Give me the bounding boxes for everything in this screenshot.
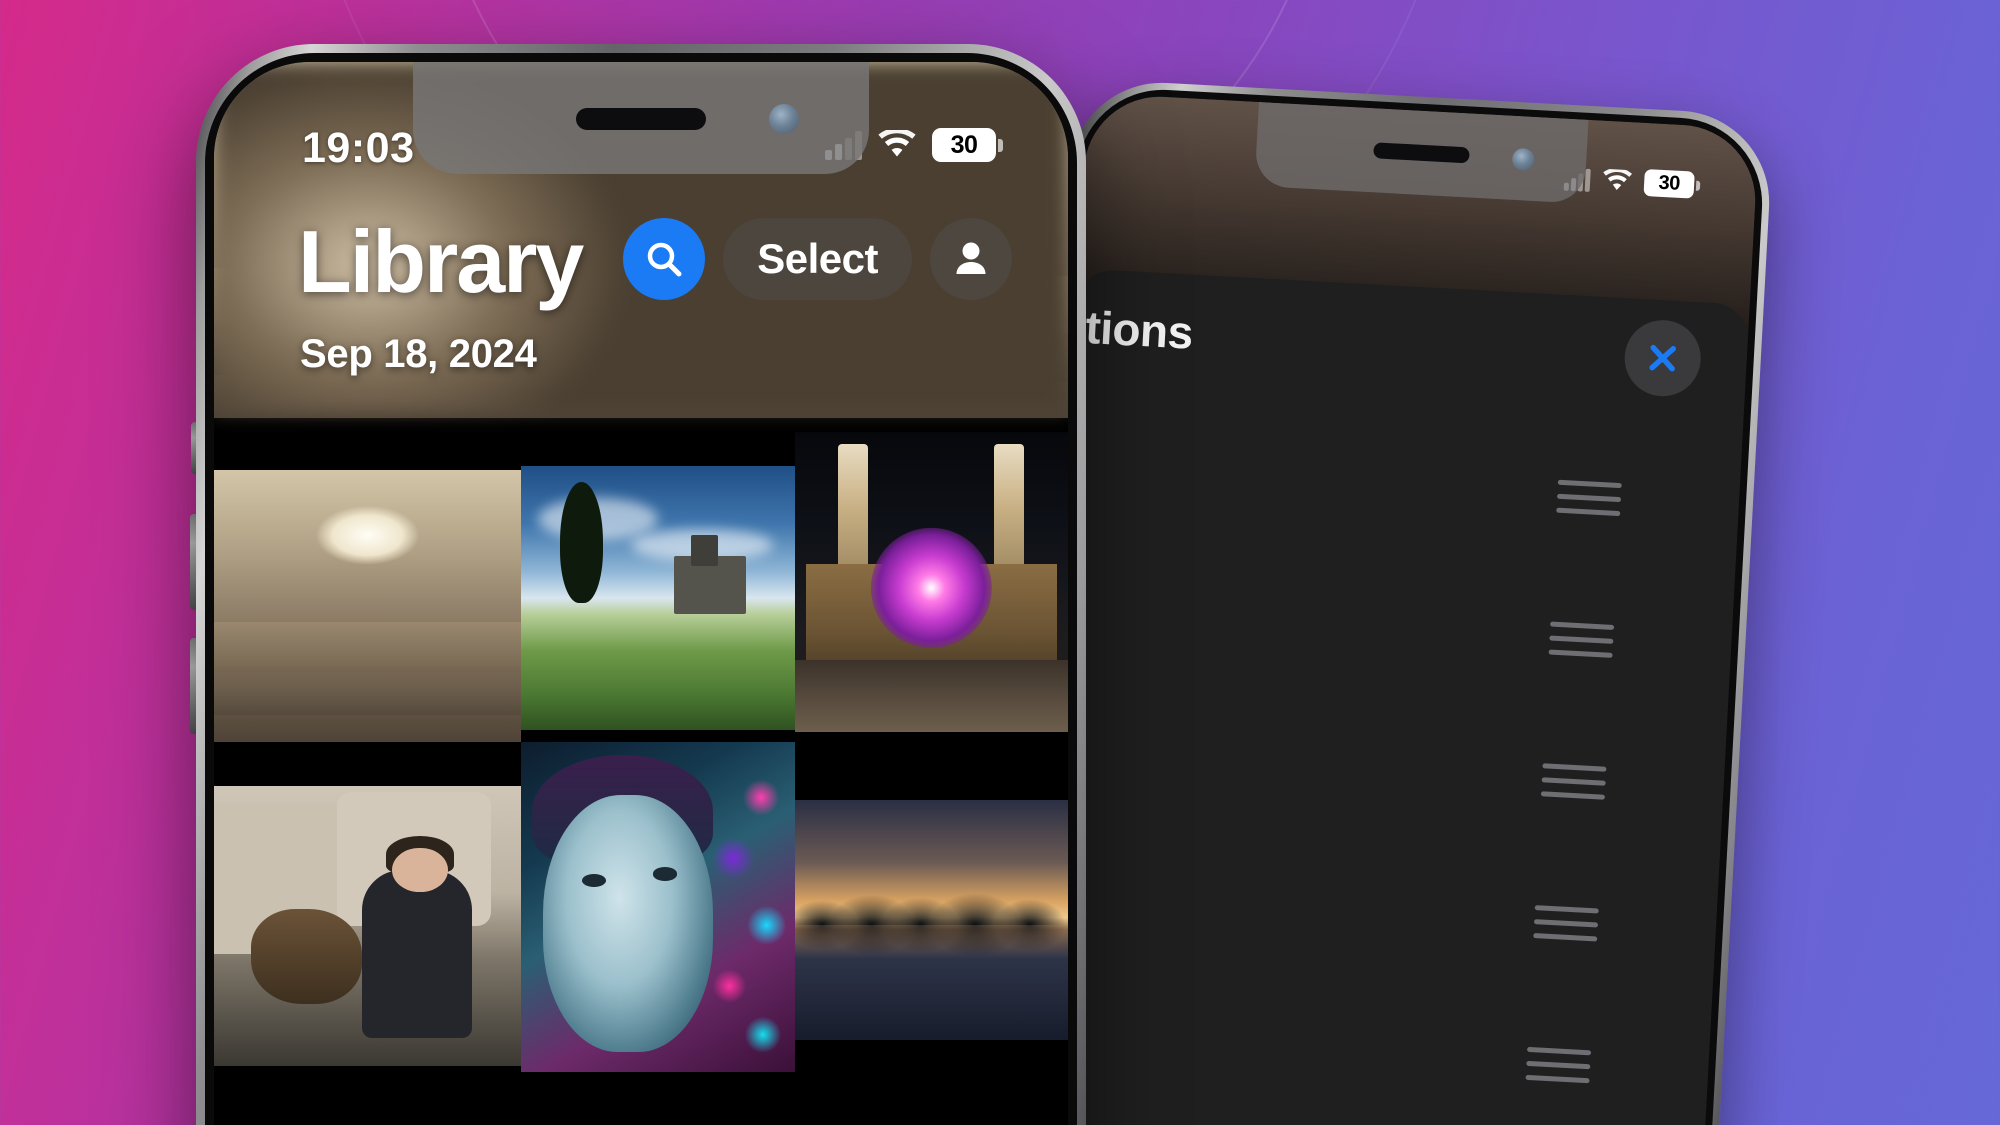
profile-button[interactable] bbox=[930, 218, 1012, 300]
photo-man-with-dog[interactable] bbox=[214, 786, 522, 1066]
phone-front: Library Sep 18, 2024 Select 19:03 30 bbox=[190, 44, 1086, 1125]
phone-front-screen: Library Sep 18, 2024 Select 19:03 30 bbox=[214, 62, 1068, 1125]
close-x-icon bbox=[1649, 344, 1676, 372]
reorder-handle-icon[interactable] bbox=[1533, 904, 1599, 941]
earpiece-speaker-icon bbox=[1373, 142, 1470, 164]
reorder-handle-icon[interactable] bbox=[1556, 479, 1622, 516]
phone-front-notch bbox=[413, 62, 869, 174]
battery-icon: 30 bbox=[932, 128, 1003, 162]
photo-grid-row bbox=[214, 742, 1068, 1072]
status-time: 19:03 bbox=[302, 124, 415, 172]
header-actions: Select bbox=[623, 218, 1012, 300]
library-header: Library Sep 18, 2024 Select bbox=[214, 62, 1068, 412]
wifi-icon bbox=[1603, 168, 1633, 190]
page-title: Library bbox=[298, 212, 584, 311]
wifi-icon bbox=[878, 129, 916, 156]
photo-grid-row bbox=[214, 418, 1068, 742]
phone-back-sheet-rows bbox=[1029, 398, 1743, 1125]
photo-hilltop-church[interactable] bbox=[521, 466, 795, 730]
phone-back-screen: 30 tions bbox=[1029, 92, 1760, 1125]
battery-icon: 30 bbox=[1643, 168, 1695, 199]
gallery-date-label: Sep 18, 2024 bbox=[300, 332, 537, 376]
reorder-handle-icon[interactable] bbox=[1548, 620, 1615, 658]
reorder-handle-icon[interactable] bbox=[1525, 1046, 1592, 1083]
close-button[interactable] bbox=[1622, 318, 1703, 399]
battery-level-label: 30 bbox=[1657, 171, 1681, 195]
reorder-handle-icon[interactable] bbox=[1540, 762, 1607, 800]
person-icon bbox=[956, 242, 986, 274]
photo-rotunda-interior[interactable] bbox=[214, 470, 522, 742]
phone-back: 30 tions bbox=[1014, 78, 1774, 1125]
photo-grid bbox=[214, 418, 1068, 1125]
select-button[interactable]: Select bbox=[723, 218, 912, 300]
photo-neon-portrait[interactable] bbox=[521, 742, 795, 1072]
earpiece-speaker-icon bbox=[576, 108, 706, 130]
front-camera-icon bbox=[1511, 147, 1535, 171]
phone-back-notch bbox=[1254, 101, 1589, 204]
photo-battersea-wheel[interactable] bbox=[794, 432, 1068, 732]
phone-back-sheet-title: tions bbox=[1084, 300, 1195, 359]
front-camera-icon bbox=[769, 104, 799, 134]
photo-lake-sunset[interactable] bbox=[794, 800, 1068, 1040]
search-icon bbox=[648, 242, 682, 277]
battery-level-label: 30 bbox=[950, 130, 978, 159]
search-button[interactable] bbox=[623, 218, 706, 300]
phone-back-options-sheet: tions bbox=[1029, 268, 1750, 1125]
